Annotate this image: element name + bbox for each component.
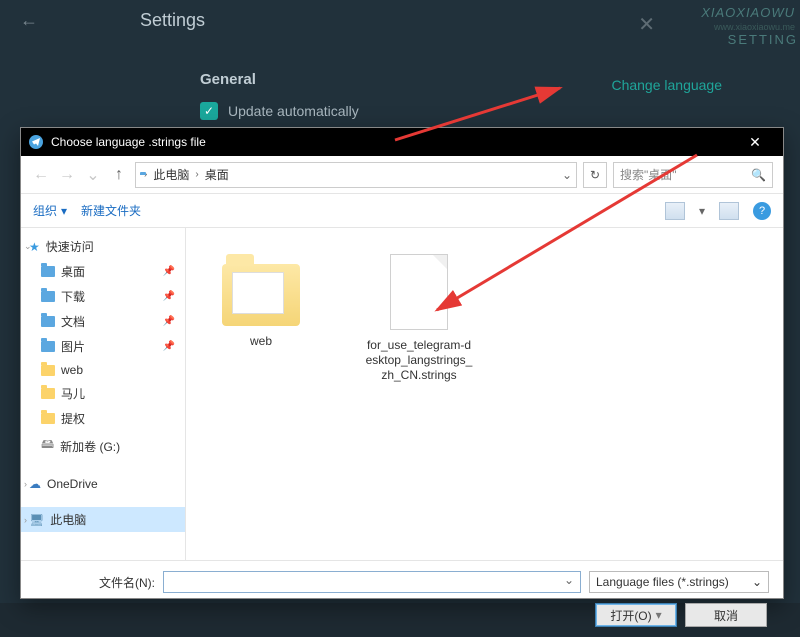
file-item-label: for_use_telegram-desktop_langstrings_zh_… [364,338,474,383]
drive-icon: 🖴 [41,435,54,457]
preview-pane-button[interactable] [719,202,739,220]
folder-large-icon [222,264,300,326]
folder-icon [41,388,55,399]
sidebar-item-horse[interactable]: 马儿 [21,381,185,406]
sidebar-item-downloads[interactable]: 下载📌 [21,284,185,309]
folder-icon [41,365,55,376]
path-seg-desktop[interactable]: 桌面 [203,166,231,183]
checkbox-icon[interactable]: ✓ [200,102,218,120]
nav-up-icon[interactable]: ↑ [109,166,129,184]
watermark-url: www.xiaoxiaowu.me [714,22,795,32]
file-item-label: web [250,334,272,349]
sidebar-item-documents[interactable]: 文档📌 [21,309,185,334]
new-folder-button[interactable]: 新建文件夹 [81,202,141,219]
settings-edge-text: SETTING [728,32,798,47]
sidebar-item-web[interactable]: web [21,359,185,381]
pin-icon: 📌 [163,316,175,327]
file-item-folder[interactable]: web [206,244,316,349]
chevron-down-icon: ⌄ [752,575,762,589]
dialog-close-icon[interactable]: ✕ [735,134,775,151]
pin-icon: 📌 [163,341,175,352]
annotation-arrow-1 [385,80,585,150]
folder-icon [41,413,55,424]
chevron-down-icon: ▾ [61,204,67,218]
annotation-arrow-2 [422,150,712,330]
telegram-icon [29,135,43,149]
chevron-down-icon: ⌄ [24,241,32,252]
close-icon[interactable]: ✕ [638,12,655,37]
chevron-right-icon: › [144,169,147,180]
cancel-button[interactable]: 取消 [685,603,767,627]
sidebar-item-drive-g[interactable]: 🖴新加卷 (G:) [21,431,185,461]
filename-label: 文件名(N): [35,574,155,591]
organize-menu[interactable]: 组织 ▾ [33,202,67,219]
folder-icon [41,341,55,352]
sidebar-item-desktop[interactable]: 桌面📌 [21,259,185,284]
cloud-icon: ☁ [29,477,41,491]
path-seg-thispc[interactable]: 此电脑 [151,166,191,183]
filename-input[interactable] [163,571,581,593]
watermark-text: XIAOXIAOWU [701,5,795,20]
sidebar-item-pictures[interactable]: 图片📌 [21,334,185,359]
folder-icon [41,291,55,302]
settings-title: Settings [140,10,205,31]
dialog-footer: 文件名(N): Language files (*.strings)⌄ 打开(O… [21,560,783,637]
sidebar-thispc[interactable]: ›🖥此电脑 [21,507,185,532]
nav-forward-icon: → [57,166,77,184]
sidebar-nav: ⌄ ★ 快速访问 桌面📌 下载📌 文档📌 图片📌 web 马儿 提权 🖴新加卷 … [21,228,186,560]
open-button[interactable]: 打开(O) ▾ [595,603,677,627]
sidebar-onedrive[interactable]: ›☁OneDrive [21,473,185,495]
chevron-right-icon: › [24,479,27,489]
update-auto-label: Update automatically [228,103,359,119]
change-language-link[interactable]: Change language [611,77,722,93]
search-icon: 🔍 [751,168,766,182]
nav-back-icon[interactable]: ← [31,166,51,184]
pin-icon: 📌 [163,291,175,302]
nav-dropdown-icon[interactable]: ⌄ [83,165,103,185]
filetype-combo[interactable]: Language files (*.strings)⌄ [589,571,769,593]
sidebar-item-priv[interactable]: 提权 [21,406,185,431]
sidebar-quick-access[interactable]: ⌄ ★ 快速访问 [21,234,185,259]
folder-icon [41,266,55,277]
folder-icon [41,316,55,327]
pc-icon: 🖥 [29,513,44,527]
pin-icon: 📌 [163,266,175,277]
chevron-right-icon: › [195,169,198,180]
back-arrow-icon[interactable]: ← [20,10,50,31]
help-icon[interactable]: ? [753,202,771,220]
chevron-right-icon: › [24,515,27,525]
